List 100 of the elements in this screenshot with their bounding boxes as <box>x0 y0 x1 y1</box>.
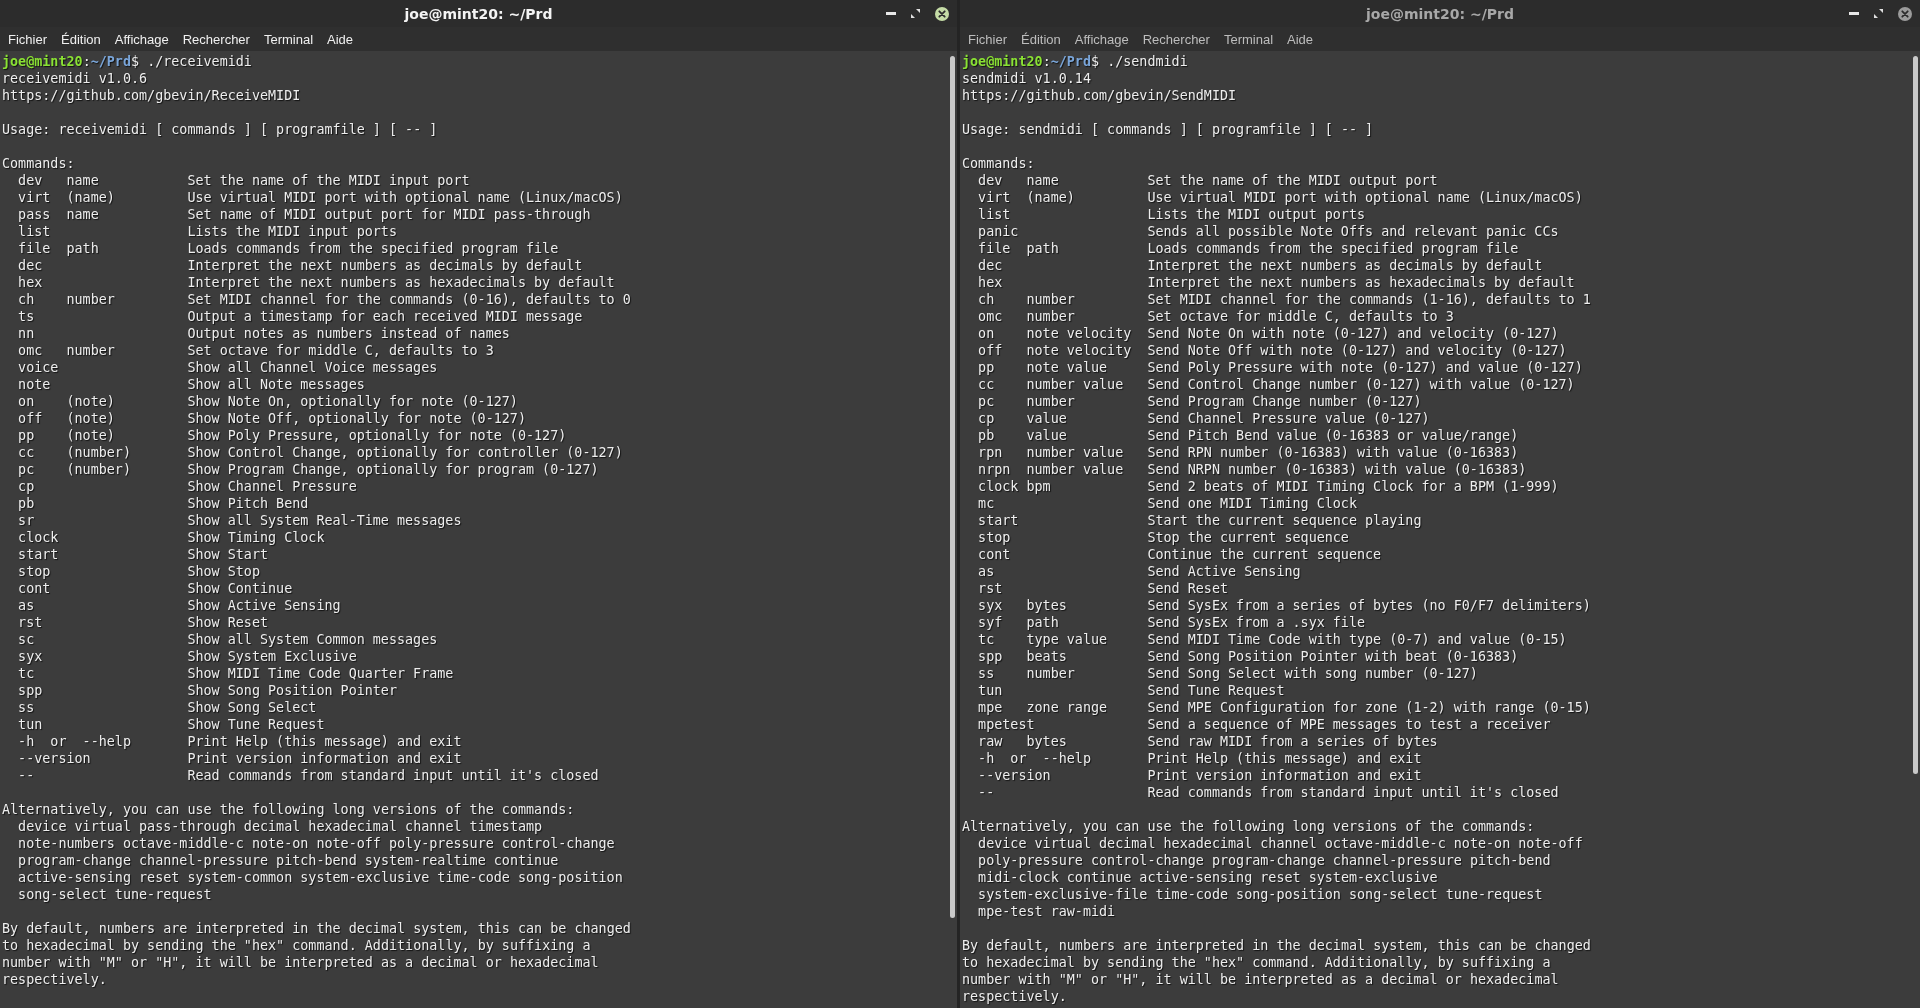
command-name: cc <box>978 376 995 393</box>
command-name: tun <box>978 682 1003 699</box>
menu-item[interactable]: Affichage <box>1067 29 1136 49</box>
command-argument: number <box>1026 291 1075 308</box>
command-description: Show all System Common messages <box>187 631 438 648</box>
command-description: Show Poly Pressure, optionally for note (0-127) <box>187 427 567 444</box>
menu-item[interactable]: Affichage <box>107 29 176 49</box>
menu-item[interactable]: Édition <box>54 29 108 49</box>
section-heading: Alternatively, you can use the following long versions of the commands: <box>2 801 575 818</box>
command-name: pb <box>18 495 35 512</box>
command-description: Set MIDI channel for the commands (0-16), defaults to 0 <box>187 291 631 308</box>
command-description: Show Program Change, optionally for program (0-127) <box>187 461 599 478</box>
command-description: Send SysEx from a series of bytes (no F0/F7 delimiters) <box>1147 597 1591 614</box>
command-name: cp <box>978 410 995 427</box>
command-description: Send one MIDI Timing Clock <box>1147 495 1357 512</box>
command-name: file <box>978 240 1011 257</box>
url-text: https://github.com/gbevin/ReceiveMIDI <box>2 87 301 104</box>
command-description: Show Continue <box>187 580 293 597</box>
command-description: Show Note On, optionally for note (0-127) <box>187 393 518 410</box>
command-argument: path <box>66 240 99 257</box>
menu-item[interactable]: Édition <box>1014 29 1068 49</box>
menu-item[interactable]: Rechercher <box>175 29 257 49</box>
command-description: Print Help (this message) and exit <box>1147 750 1422 767</box>
command-name: ch <box>978 291 995 308</box>
command-name: dev <box>18 172 43 189</box>
command-description: Set octave for middle C, defaults to 3 <box>1147 308 1454 325</box>
command-description: Show Note Off, optionally for note (0-127) <box>187 410 526 427</box>
command-description: Start the current sequence playing <box>1147 512 1422 529</box>
command-description: Read commands from standard input until it's closed <box>187 767 599 784</box>
command-name: nn <box>18 325 35 342</box>
menu-item[interactable]: Aide <box>320 29 361 49</box>
command-description: Print version information and exit <box>1147 767 1422 784</box>
usage-text: Usage: sendmidi [ commands ] [ programfile ] [ -- ] <box>962 121 1374 138</box>
command-argument: value <box>1026 410 1067 427</box>
scrollbar-thumb[interactable] <box>950 56 955 918</box>
command-name: syf <box>978 614 1003 631</box>
command-description: Show all System Real-Time messages <box>187 512 462 529</box>
command-name: stop <box>18 563 51 580</box>
scrollbar-thumb[interactable] <box>1913 56 1918 774</box>
command-argument: note value <box>1026 359 1108 376</box>
window-title: joe@mint20: ~/Prd <box>404 5 553 22</box>
help-paragraph: By default, numbers are interpreted in the decimal system, this can be changed to hexadecimal by sending the "hex" command. Additionally, by suffixing a number with "M" or "H", it will be interpreted as a decimal or hexadecimal respectively. <box>2 920 631 988</box>
command-argument: (number) <box>66 461 131 478</box>
command-argument: bytes <box>1026 733 1067 750</box>
command-name: virt <box>978 189 1011 206</box>
command-name: file <box>18 240 51 257</box>
command-name: pb <box>978 427 995 444</box>
command-name: virt <box>18 189 51 206</box>
command-argument: (name) <box>1026 189 1075 206</box>
close-icon[interactable] <box>935 6 949 21</box>
command-description: Show Song Position Pointer <box>187 682 397 699</box>
command-name: clock <box>18 529 59 546</box>
command-name: ch <box>18 291 35 308</box>
section-heading: Alternatively, you can use the following long versions of the commands: <box>962 818 1535 835</box>
menu-item[interactable]: Terminal <box>1216 29 1281 49</box>
command-description: Set the name of the MIDI input port <box>187 172 470 189</box>
command-name: pc <box>978 393 995 410</box>
command-name: cc <box>18 444 35 461</box>
command-description: Send Pitch Bend value (0-16383 or value/range) <box>1147 427 1519 444</box>
command-description: Print Help (this message) and exit <box>187 733 462 750</box>
command-description: Send Channel Pressure value (0-127) <box>1147 410 1430 427</box>
long-command-list: device virtual decimal hexadecimal channel octave-middle-c note-on note-off poly-pressure control-change program-change channel-pressure pitch-bend midi-clock continue active-sensing reset system-exclusive system-exclusive-file time-code song-position song-select tune-request mpe-test raw-midi <box>962 835 1583 920</box>
command-description: Print version information and exit <box>187 750 462 767</box>
command-name: sr <box>18 512 35 529</box>
command-name: tc <box>978 631 995 648</box>
command-argument: note velocity <box>1026 325 1132 342</box>
maximize-icon[interactable] <box>1874 9 1883 18</box>
close-icon[interactable] <box>1898 6 1912 21</box>
command-description: Use virtual MIDI port with optional name (Linux/macOS) <box>187 189 623 206</box>
command-description: Send RPN number (0-16383) with value (0-16383) <box>1147 444 1519 461</box>
menu-item[interactable]: Aide <box>1280 29 1321 49</box>
command-argument: name <box>66 206 99 223</box>
command-description: Send Tune Request <box>1147 682 1285 699</box>
command-name: -h or --help <box>978 750 1091 767</box>
command-description: Send Note Off with note (0-127) and velocity (0-127) <box>1147 342 1567 359</box>
menu-item[interactable]: Rechercher <box>1135 29 1217 49</box>
command-description: Lists the MIDI output ports <box>1147 206 1366 223</box>
command-name: raw <box>978 733 1003 750</box>
command-description: Set octave for middle C, defaults to 3 <box>187 342 494 359</box>
command-description: Show MIDI Time Code Quarter Frame <box>187 665 454 682</box>
command-description: Set the name of the MIDI output port <box>1147 172 1438 189</box>
maximize-icon[interactable] <box>911 9 920 18</box>
command-name: dec <box>18 257 43 274</box>
command-name: hex <box>18 274 43 291</box>
menu-item[interactable]: Fichier <box>961 29 1014 49</box>
command-description: Send Reset <box>1147 580 1228 597</box>
menu-item[interactable]: Fichier <box>1 29 54 49</box>
command-name: on <box>978 325 995 342</box>
command-description: Send a sequence of MPE messages to test a receiver <box>1147 716 1551 733</box>
command-name: list <box>978 206 1011 223</box>
command-argument: number <box>1026 393 1075 410</box>
command-description: Send raw MIDI from a series of bytes <box>1147 733 1438 750</box>
prompt-line: joe@mint20:~/Prd$ ./sendmidi <box>962 53 1188 70</box>
menu-item[interactable]: Terminal <box>256 29 321 49</box>
section-heading: Commands: <box>962 155 1035 172</box>
command-name: ss <box>978 665 995 682</box>
command-argument: beats <box>1026 648 1067 665</box>
command-description: Send Active Sensing <box>1147 563 1301 580</box>
command-name: --version <box>978 767 1051 784</box>
usage-text: Usage: receivemidi [ commands ] [ programfile ] [ -- ] <box>2 121 438 138</box>
